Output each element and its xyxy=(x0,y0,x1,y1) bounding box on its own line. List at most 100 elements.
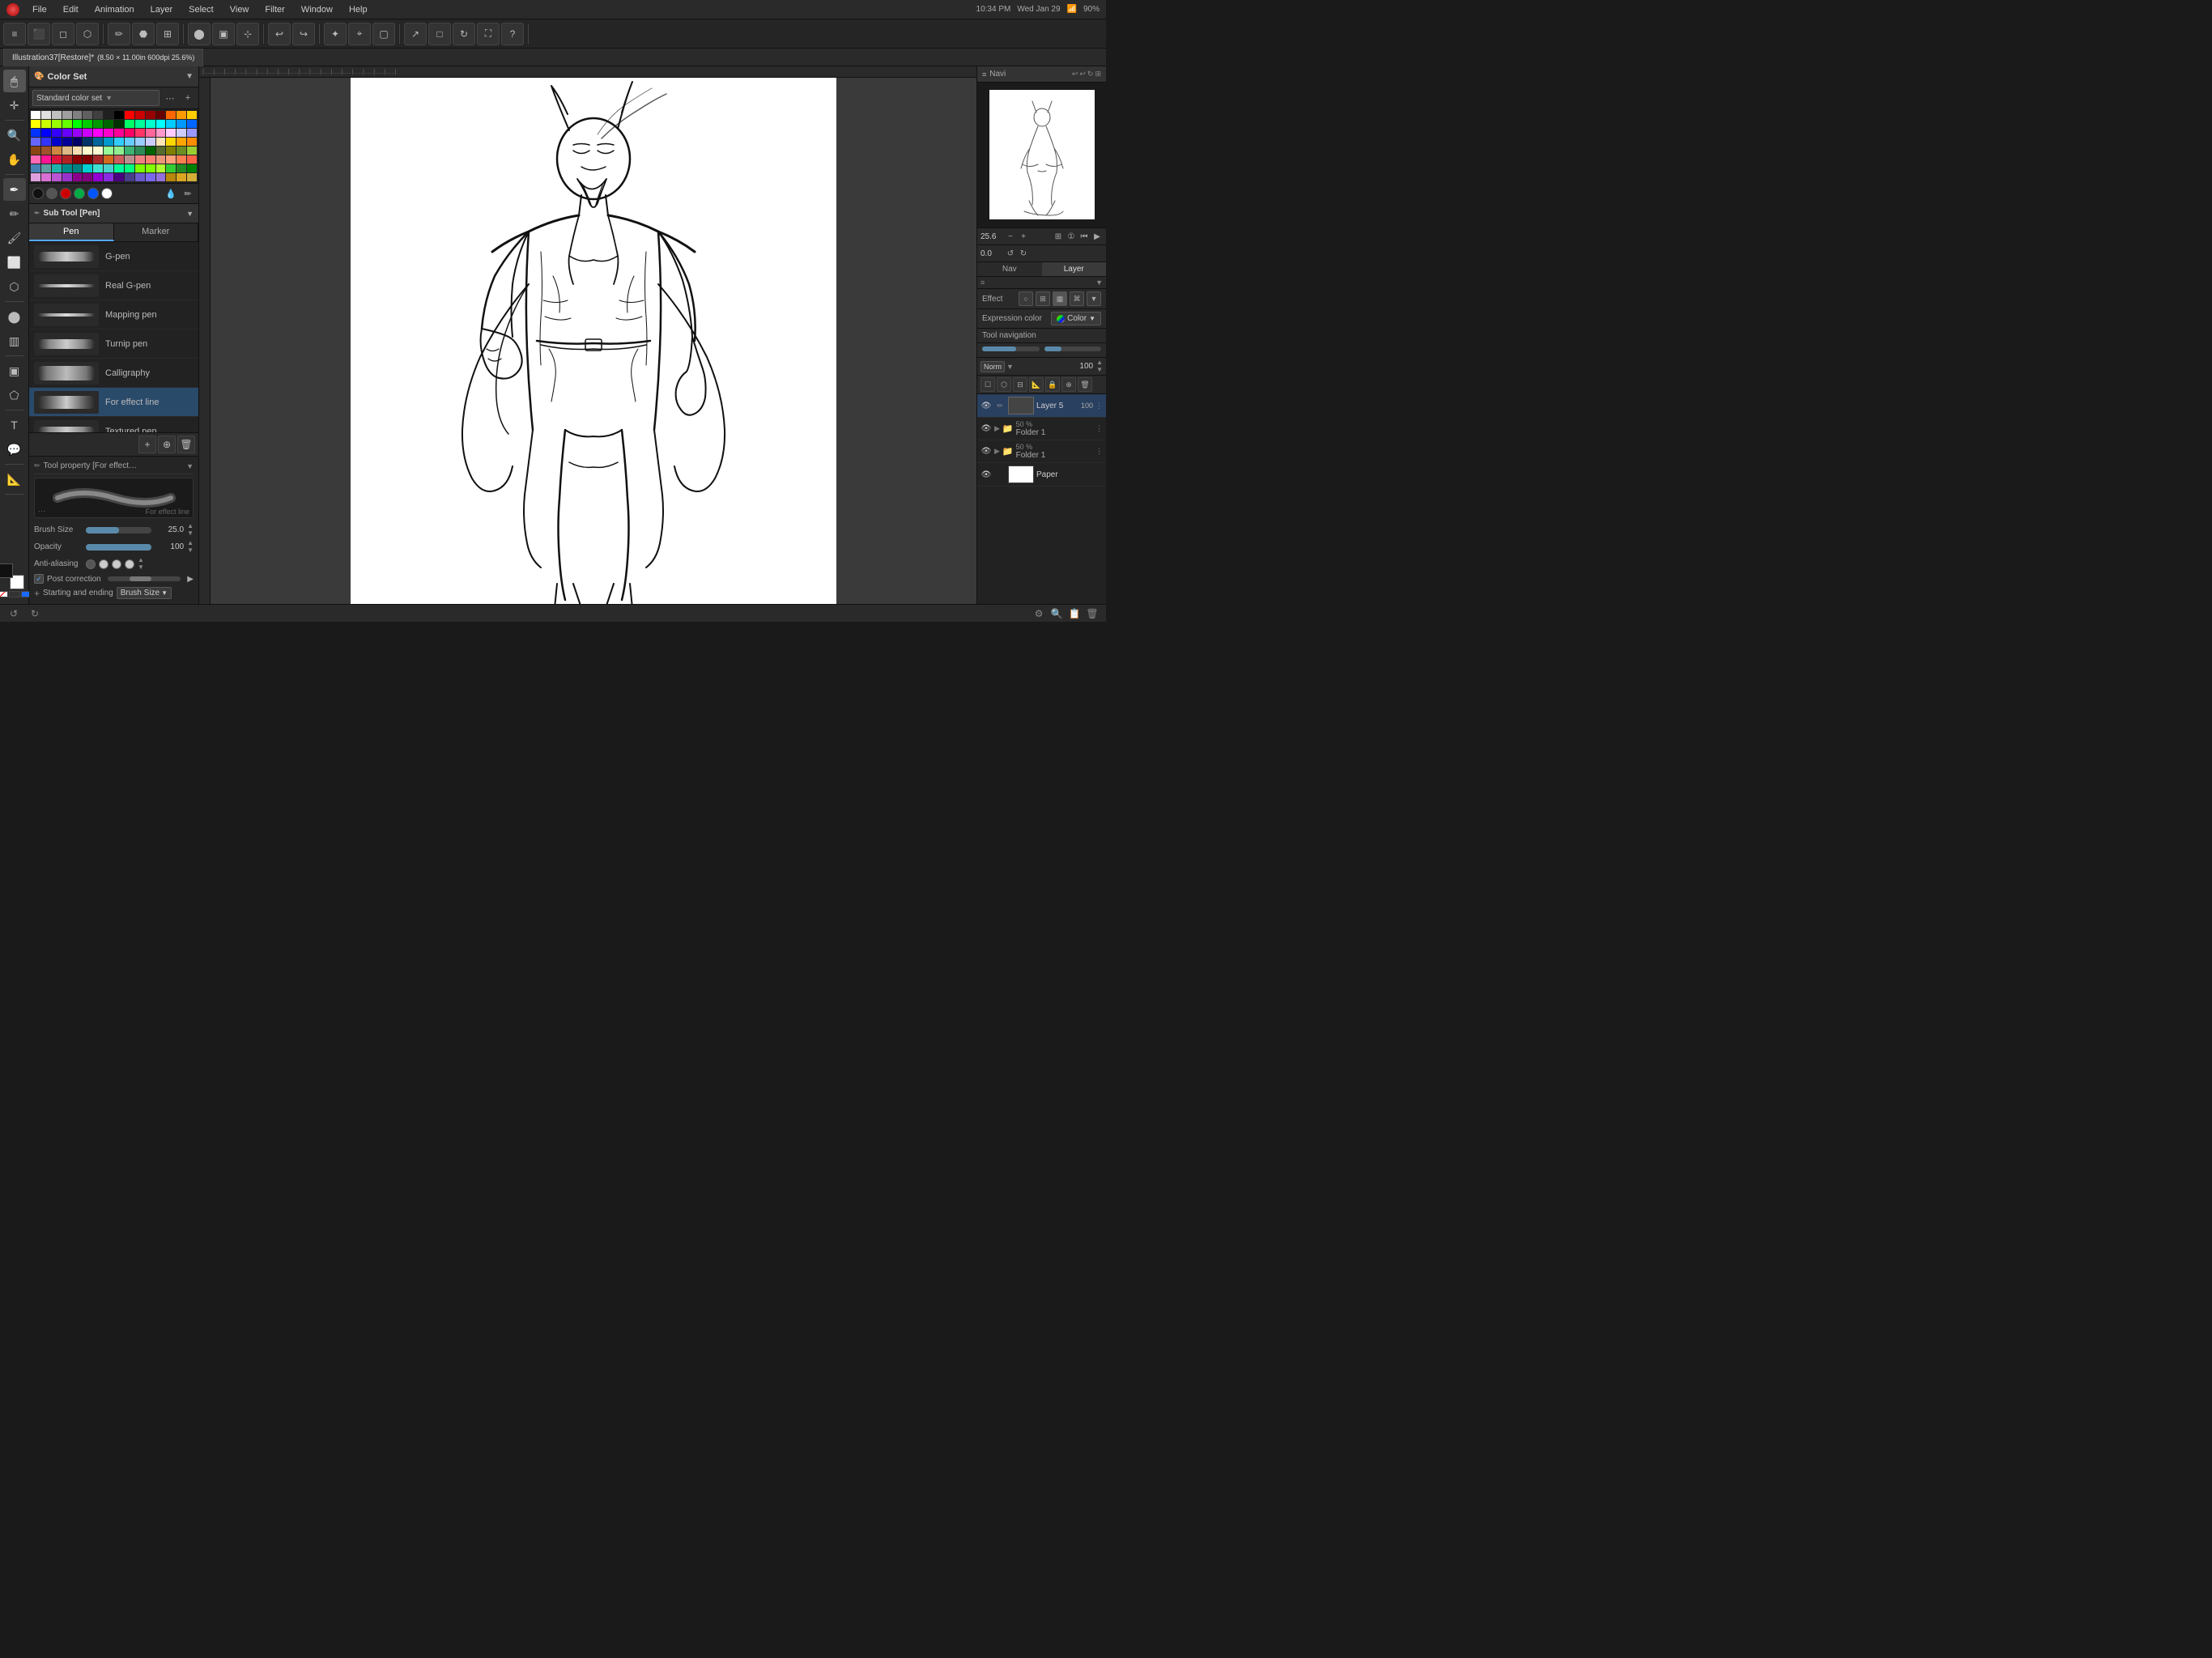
tool-select[interactable]: ▣ xyxy=(3,359,26,382)
color-swatch-92[interactable] xyxy=(156,155,166,164)
color-swatch-95[interactable] xyxy=(187,155,197,164)
color-swatch-1[interactable] xyxy=(41,111,51,119)
color-swatch-32[interactable] xyxy=(31,129,40,137)
color-swatch-104[interactable] xyxy=(114,164,124,172)
nav-ctrl-3[interactable]: ↻ xyxy=(1087,70,1094,79)
effect-icon-5[interactable]: ▼ xyxy=(1087,291,1101,306)
color-swatch-93[interactable] xyxy=(166,155,176,164)
black-dot[interactable] xyxy=(32,188,44,199)
color-swatch-20[interactable] xyxy=(73,120,83,128)
blue-dot[interactable] xyxy=(87,188,99,199)
color-swatch-55[interactable] xyxy=(104,138,113,146)
rotate-btn[interactable]: ↻ xyxy=(453,23,475,45)
rotate-right-icon[interactable]: ↻ xyxy=(1018,248,1029,259)
color-indicator[interactable] xyxy=(0,563,24,589)
new-raster-layer-btn[interactable]: ☐ xyxy=(981,377,995,392)
color-swatch-63[interactable] xyxy=(187,138,197,146)
layer-collapse-icon[interactable]: ▼ xyxy=(1095,278,1103,287)
white-dot[interactable] xyxy=(101,188,113,199)
aa-level3[interactable] xyxy=(125,559,134,569)
color-swatch-79[interactable] xyxy=(187,147,197,155)
new-doc-btn[interactable]: ≡ xyxy=(3,23,26,45)
color-swatch-53[interactable] xyxy=(83,138,92,146)
color-swatch-105[interactable] xyxy=(125,164,134,172)
color-swatch-12[interactable] xyxy=(156,111,166,119)
folder-2-expand[interactable]: ▶ xyxy=(994,447,1000,456)
tool-balloon[interactable]: 💬 xyxy=(3,438,26,461)
tool-hand[interactable]: ✋ xyxy=(3,148,26,171)
layer-lock-btn[interactable]: 🔒 xyxy=(1045,377,1060,392)
paper-visibility[interactable]: 👁 xyxy=(981,469,992,480)
color-swatch-114[interactable] xyxy=(52,173,62,181)
color-swatch-84[interactable] xyxy=(73,155,83,164)
color-swatch-62[interactable] xyxy=(177,138,186,146)
new-vector-layer-btn[interactable]: ⬡ xyxy=(997,377,1011,392)
color-swatch-71[interactable] xyxy=(104,147,113,155)
layer-blend-mode[interactable]: Norm xyxy=(981,361,1005,372)
color-swatch-109[interactable] xyxy=(166,164,176,172)
color-swatch-110[interactable] xyxy=(177,164,186,172)
color-swatch-121[interactable] xyxy=(125,173,134,181)
color-swatch-86[interactable] xyxy=(93,155,103,164)
menu-filter[interactable]: Filter xyxy=(262,3,287,16)
add-mask-btn[interactable]: ⊟ xyxy=(1013,377,1027,392)
menu-view[interactable]: View xyxy=(227,3,253,16)
color-swatch-31[interactable] xyxy=(187,120,197,128)
dark-gray-dot[interactable] xyxy=(46,188,57,199)
color-swatch-68[interactable] xyxy=(73,147,83,155)
color-swatch-56[interactable] xyxy=(114,138,124,146)
save-btn[interactable]: ◻ xyxy=(52,23,74,45)
grid-btn[interactable]: ✦ xyxy=(324,23,347,45)
color-edit-icon[interactable]: ✏ xyxy=(181,186,195,201)
color-swatch-112[interactable] xyxy=(31,173,40,181)
ruler-btn[interactable]: ⌖ xyxy=(348,23,371,45)
color-swatch-82[interactable] xyxy=(52,155,62,164)
nav-ctrl-4[interactable]: ⊞ xyxy=(1095,70,1101,79)
color-swatch-120[interactable] xyxy=(114,173,124,181)
color-swatch-89[interactable] xyxy=(125,155,134,164)
tool-cursor[interactable]: 🖱 xyxy=(3,70,26,92)
expression-color-btn[interactable]: Color ▼ xyxy=(1051,312,1101,325)
color-swatch-26[interactable] xyxy=(135,120,145,128)
tool-gradient[interactable]: ▥ xyxy=(3,329,26,352)
color-swatch-7[interactable] xyxy=(104,111,113,119)
color-swatch-58[interactable] xyxy=(135,138,145,146)
color-swatch-50[interactable] xyxy=(52,138,62,146)
fullscreen-btn[interactable]: ⛶ xyxy=(477,23,500,45)
menu-animation[interactable]: Animation xyxy=(91,3,138,16)
tool-nav-slider-1[interactable] xyxy=(982,346,1040,351)
layer-merge-btn[interactable]: ⊕ xyxy=(1061,377,1076,392)
layer-opacity-stepper[interactable]: ▲ ▼ xyxy=(1096,359,1103,373)
menu-help[interactable]: Help xyxy=(346,3,371,16)
color-swatch-70[interactable] xyxy=(93,147,103,155)
color-swatch-64[interactable] xyxy=(31,147,40,155)
nav-expand-icon[interactable]: ≡ xyxy=(982,70,986,79)
color-swatch-46[interactable] xyxy=(177,129,186,137)
color-swatch-115[interactable] xyxy=(62,173,72,181)
color-swatch-119[interactable] xyxy=(104,173,113,181)
tool-blend[interactable]: ⬡ xyxy=(3,275,26,298)
redo-btn[interactable]: ↪ xyxy=(292,23,315,45)
zoom-fit-icon[interactable]: ⊞ xyxy=(1053,231,1064,242)
color-swatch-0[interactable] xyxy=(31,111,40,119)
color-swatch-4[interactable] xyxy=(73,111,83,119)
layer-5-options[interactable]: ⋮ xyxy=(1095,402,1103,410)
color-swatch-78[interactable] xyxy=(177,147,186,155)
tp-collapse[interactable]: ▼ xyxy=(186,462,194,470)
color-swatch-2[interactable] xyxy=(52,111,62,119)
color-swatch-99[interactable] xyxy=(62,164,72,172)
color-swatch-116[interactable] xyxy=(73,173,83,181)
nav-ctrl-2[interactable]: ↩ xyxy=(1079,70,1086,79)
color-swatch-40[interactable] xyxy=(114,129,124,137)
color-swatch-23[interactable] xyxy=(104,120,113,128)
color-swatch-76[interactable] xyxy=(156,147,166,155)
zoom-rect-btn[interactable]: □ xyxy=(428,23,451,45)
settings-btn[interactable]: ? xyxy=(501,23,524,45)
color-swatch-65[interactable] xyxy=(41,147,51,155)
color-swatch-98[interactable] xyxy=(52,164,62,172)
color-swatch-117[interactable] xyxy=(83,173,92,181)
open-btn[interactable]: ⬛ xyxy=(28,23,50,45)
green-dot[interactable] xyxy=(74,188,85,199)
status-right-3[interactable]: 📋 xyxy=(1067,606,1082,621)
color-swatch-96[interactable] xyxy=(31,164,40,172)
